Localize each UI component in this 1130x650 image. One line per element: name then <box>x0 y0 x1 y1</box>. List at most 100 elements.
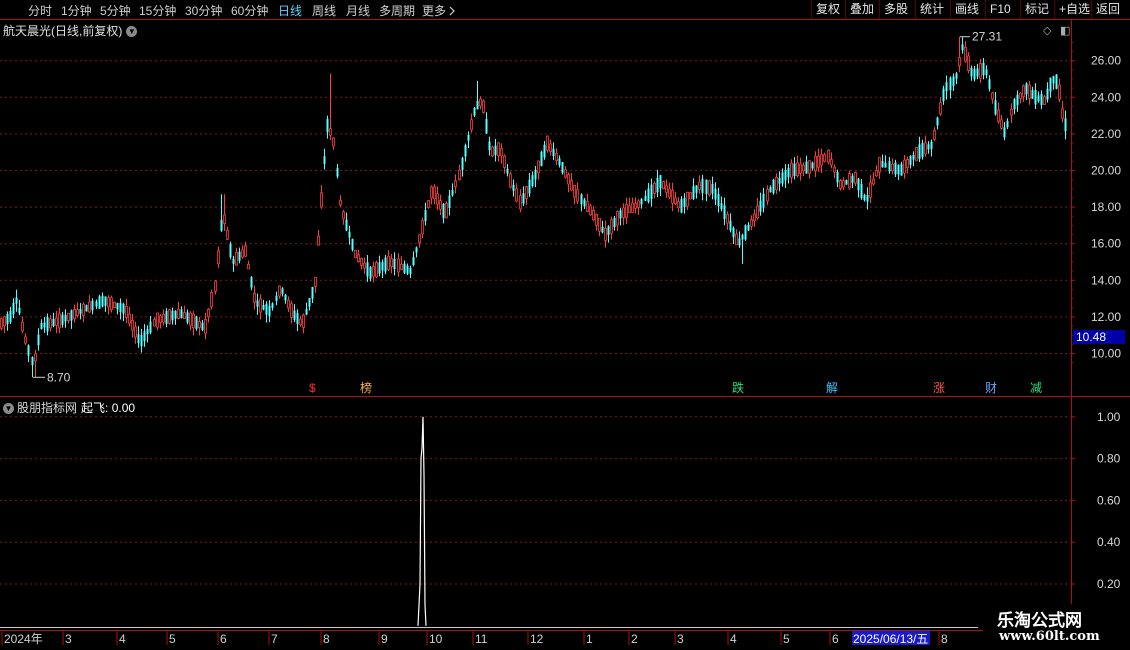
candle-body-down <box>451 189 454 196</box>
candle-body-up <box>76 309 79 316</box>
candle-body-down <box>326 118 329 133</box>
candle-body-down <box>1052 76 1055 84</box>
candle-body-down <box>122 303 125 314</box>
candle-body-up <box>470 119 473 131</box>
candle-body-up <box>878 157 881 173</box>
time-label: 2 <box>631 632 638 646</box>
candle-body-up <box>964 47 967 62</box>
candle-body-down <box>293 310 296 320</box>
candle-body-up <box>906 159 909 169</box>
candle-body-down <box>268 305 271 317</box>
candle-body-up <box>110 297 113 310</box>
low-price-label: 8.70 <box>47 370 71 384</box>
candle-body-up <box>668 188 671 198</box>
candle-body-down <box>1049 77 1052 92</box>
candle-body-down <box>863 195 866 201</box>
watermark-line1: 乐淘公式网 <box>997 611 1082 631</box>
time-label: 3 <box>677 632 684 646</box>
candle-body-up <box>799 163 802 174</box>
candle-body-up <box>625 204 628 218</box>
candle-body-down <box>412 257 415 266</box>
stock-title[interactable]: 航天晨光(日线,前复权) ▼ <box>3 22 138 39</box>
window-toggle-icon[interactable]: ◧ <box>1060 24 1070 37</box>
candle-body-down <box>601 226 604 233</box>
candle-body-up <box>287 299 290 309</box>
candle-body-up <box>1022 85 1025 98</box>
candle-body-down <box>149 321 152 333</box>
candle-body-down <box>973 69 976 80</box>
candle-body-up <box>775 177 778 191</box>
candle-body-up <box>753 213 756 222</box>
candle-body-down <box>784 170 787 181</box>
time-label: 6 <box>220 632 227 646</box>
current-price-badge: 10.48 <box>1073 330 1125 344</box>
time-label: 5 <box>783 632 790 646</box>
diamond-icon[interactable]: ◇ <box>1043 24 1051 37</box>
candle-body-down <box>180 309 183 319</box>
indicator-tick-label: 0.40 <box>1097 535 1121 549</box>
candle-body-down <box>985 69 988 76</box>
annotations: 27.31 8.70 $ 榜 跌 解 涨 财 减 <box>33 30 1043 395</box>
candle-body-down <box>238 251 241 261</box>
candle-body-down <box>955 73 958 79</box>
candle-body-up <box>939 102 942 115</box>
candle-body-up <box>427 200 430 208</box>
candle-body-up <box>430 186 433 199</box>
candle-body-up <box>479 98 482 107</box>
candle-body-down <box>778 177 781 184</box>
candle-body-down <box>522 193 525 204</box>
candle-body-down <box>741 234 744 240</box>
candle-body-down <box>912 154 915 160</box>
candle-body-down <box>561 162 564 173</box>
candle-body-down <box>281 288 284 294</box>
candle-body-up <box>226 229 229 240</box>
indicator-title[interactable]: ▼ 股朋指标网 起飞: 0.00 <box>3 399 135 416</box>
chevron-down-icon[interactable]: ▼ <box>3 403 14 415</box>
candle-body-down <box>534 169 537 180</box>
time-label: 5 <box>169 632 176 646</box>
candle-body-up <box>290 303 293 318</box>
candle-body-up <box>610 219 613 234</box>
candle-body-up <box>802 164 805 172</box>
candle-body-up <box>421 220 424 235</box>
candle-body-down <box>927 144 930 150</box>
candle-body-up <box>134 326 137 338</box>
candle-body-down <box>970 67 973 77</box>
candle-body-down <box>747 224 750 231</box>
candle-body-up <box>88 301 91 313</box>
candle-body-up <box>131 320 134 331</box>
indicator-plot <box>417 416 427 626</box>
candle-body-up <box>790 162 793 178</box>
candle-body-down <box>284 294 287 301</box>
candlestick-chart[interactable]: 27.318.70$ 榜跌解涨财减 26.0024.0022.0020.0018.… <box>0 0 1130 650</box>
candle-body-down <box>945 82 948 92</box>
candle-body-up <box>616 211 619 226</box>
candle-body-down <box>851 175 854 183</box>
candle-body-down <box>275 295 278 301</box>
candle-body-up <box>1019 92 1022 99</box>
candle-body-down <box>476 100 479 110</box>
candle-body-up <box>21 321 24 332</box>
time-label: 4 <box>119 632 126 646</box>
candle-body-down <box>43 322 46 328</box>
candle-body-up <box>168 309 171 324</box>
candle-body-down <box>1034 89 1037 105</box>
candle-body-down <box>1006 121 1009 128</box>
time-label: 9 <box>381 632 388 646</box>
candle-body-down <box>351 238 354 250</box>
candle-body-down <box>607 226 610 236</box>
indicator-tick-label: 1.00 <box>1097 410 1121 424</box>
candle-body-down <box>369 267 372 279</box>
candle-body-down <box>647 188 650 202</box>
chevron-down-icon[interactable]: ▼ <box>126 26 138 38</box>
candle-body-up <box>390 258 393 268</box>
candle-body-down <box>91 300 94 311</box>
candle-body-up <box>433 186 436 200</box>
candle-body-down <box>720 203 723 210</box>
candle-body-down <box>717 194 720 207</box>
time-label: 2024年 <box>4 632 43 646</box>
candle-body-down <box>759 200 762 212</box>
candle-body-up <box>689 192 692 200</box>
candle-body-up <box>933 130 936 140</box>
candle-body-down <box>976 68 979 77</box>
